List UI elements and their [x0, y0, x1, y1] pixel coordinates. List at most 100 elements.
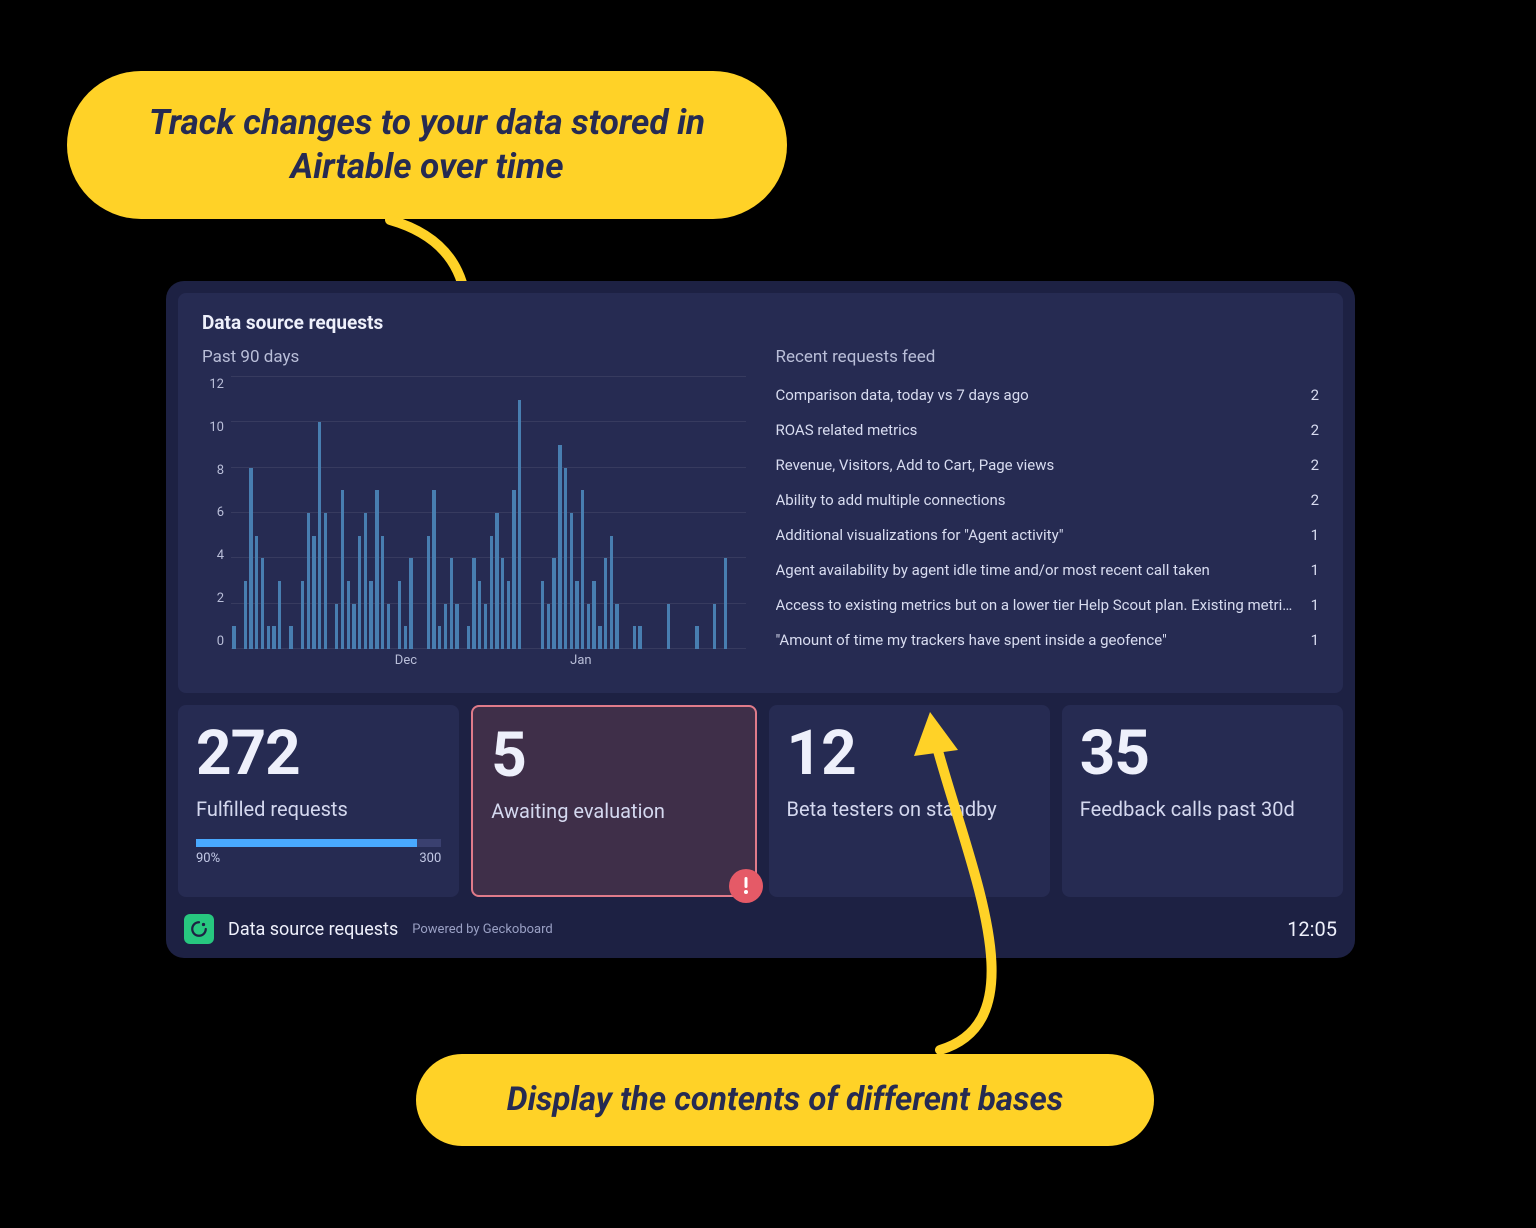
chart-bar	[289, 626, 292, 649]
chart-bar	[507, 581, 510, 649]
chart-bar	[318, 422, 321, 649]
chart-container: Past 90 days 121086420 DecJan	[202, 311, 746, 675]
y-tick-label: 4	[217, 548, 224, 563]
chart-bar	[427, 536, 430, 649]
y-tick-label: 6	[217, 505, 224, 520]
chart-bar	[467, 626, 470, 649]
kpi-tiles-row: 272 Fulfilled requests 90% 300 5 Awaiting eva…	[178, 705, 1343, 897]
feed-row-label: "Amount of time my trackers have spent i…	[776, 631, 1295, 649]
chart-bar	[484, 604, 487, 649]
chart-bar	[335, 604, 338, 649]
kpi-value: 35	[1080, 723, 1325, 785]
chart-bar	[387, 604, 390, 649]
chart-plot-area: DecJan	[230, 377, 746, 667]
chart-bar	[587, 604, 590, 649]
chart-bar	[615, 604, 618, 649]
chart-bar	[312, 536, 315, 649]
alert-icon	[729, 869, 763, 903]
kpi-value: 12	[787, 723, 1032, 785]
feed-row-label: ROAS related metrics	[776, 421, 1295, 439]
feed-row-count: 2	[1311, 491, 1319, 509]
dashboard-card: Data source requests Past 90 days 121086…	[166, 281, 1355, 958]
chart-bar	[604, 558, 607, 649]
chart-bar	[490, 536, 493, 649]
footer-powered-by: Powered by Geckoboard	[412, 922, 553, 937]
y-tick-label: 10	[209, 420, 224, 435]
chart-bar	[244, 581, 247, 649]
progress-target: 300	[419, 851, 441, 866]
chart-bar	[472, 558, 475, 649]
feed-row[interactable]: Ability to add multiple connections2	[776, 482, 1320, 517]
chart-bar	[455, 604, 458, 649]
chart-bar	[432, 490, 435, 649]
y-tick-label: 8	[217, 463, 224, 478]
annotation-top-text: Track changes to your data stored in Air…	[127, 101, 727, 189]
kpi-label: Awaiting evaluation	[491, 799, 736, 823]
chart-bars	[231, 377, 746, 649]
feed-row[interactable]: Additional visualizations for "Agent act…	[776, 517, 1320, 552]
feed-row-count: 1	[1311, 631, 1319, 649]
chart-bar	[444, 604, 447, 649]
chart-bar	[598, 626, 601, 649]
chart-bar	[638, 626, 641, 649]
feed-row-count: 1	[1311, 526, 1319, 544]
chart-subtitle: Past 90 days	[202, 347, 746, 367]
chart-bar	[610, 536, 613, 649]
feed-list: Comparison data, today vs 7 days ago 2 ROA…	[776, 377, 1320, 657]
chart-bar	[307, 513, 310, 649]
chart-bar	[450, 558, 453, 649]
chart-bar	[352, 604, 355, 649]
chart-bar	[369, 581, 372, 649]
feed-row-count: 2	[1311, 456, 1319, 474]
feed-row[interactable]: Revenue, Visitors, Add to Cart, Page vie…	[776, 447, 1320, 482]
feed-container: Recent requests feed Comparison data, to…	[776, 311, 1320, 675]
kpi-tile[interactable]: 12 Beta testers on standby	[769, 705, 1050, 897]
feed-row-label: Additional visualizations for "Agent act…	[776, 526, 1295, 544]
chart-bar	[495, 513, 498, 649]
chart-bar	[512, 490, 515, 649]
chart-bar	[347, 581, 350, 649]
dashboard-footer: Data source requests Powered by Geckoboa…	[184, 914, 1337, 944]
kpi-value: 5	[491, 725, 736, 787]
feed-row-count: 1	[1311, 596, 1319, 614]
chart-bar	[278, 581, 281, 649]
footer-title: Data source requests	[228, 919, 398, 940]
feed-row-label: Comparison data, today vs 7 days ago	[776, 386, 1295, 404]
chart-bar	[249, 468, 252, 649]
feed-row[interactable]: Access to existing metrics but on a lowe…	[776, 587, 1320, 622]
kpi-tile[interactable]: 5 Awaiting evaluation	[471, 705, 756, 897]
chart-bar	[695, 626, 698, 649]
kpi-label: Fulfilled requests	[196, 797, 441, 821]
feed-row-count: 1	[1311, 561, 1319, 579]
chart-bar	[592, 581, 595, 649]
chart-bar	[301, 581, 304, 649]
feed-row[interactable]: "Amount of time my trackers have spent i…	[776, 622, 1320, 657]
feed-row[interactable]: ROAS related metrics2	[776, 412, 1320, 447]
chart-bar	[261, 558, 264, 649]
chart-bar	[255, 536, 258, 649]
chart-bar	[324, 513, 327, 649]
feed-row[interactable]: Agent availability by agent idle time an…	[776, 552, 1320, 587]
feed-row[interactable]: Comparison data, today vs 7 days ago 2	[776, 377, 1320, 412]
top-panel: Data source requests Past 90 days 121086…	[178, 293, 1343, 693]
chart-bar	[724, 558, 727, 649]
chart-bar	[272, 626, 275, 649]
chart-bar	[564, 468, 567, 649]
chart-bar	[341, 490, 344, 649]
kpi-tile[interactable]: 272 Fulfilled requests 90% 300	[178, 705, 459, 897]
kpi-value: 272	[196, 723, 441, 785]
chart-bar	[409, 558, 412, 649]
chart-bar	[364, 513, 367, 649]
progress-percent: 90%	[196, 851, 220, 866]
chart-bar	[267, 626, 270, 649]
chart-bar	[633, 626, 636, 649]
chart-bar	[570, 513, 573, 649]
feed-subtitle: Recent requests feed	[776, 347, 1320, 367]
feed-row-count: 2	[1311, 386, 1319, 404]
chart-bar	[358, 536, 361, 649]
chart-bar	[438, 626, 441, 649]
kpi-label: Beta testers on standby	[787, 797, 1032, 821]
chart-bar	[575, 581, 578, 649]
kpi-tile[interactable]: 35Feedback calls past 30d	[1062, 705, 1343, 897]
chart-bar	[541, 581, 544, 649]
